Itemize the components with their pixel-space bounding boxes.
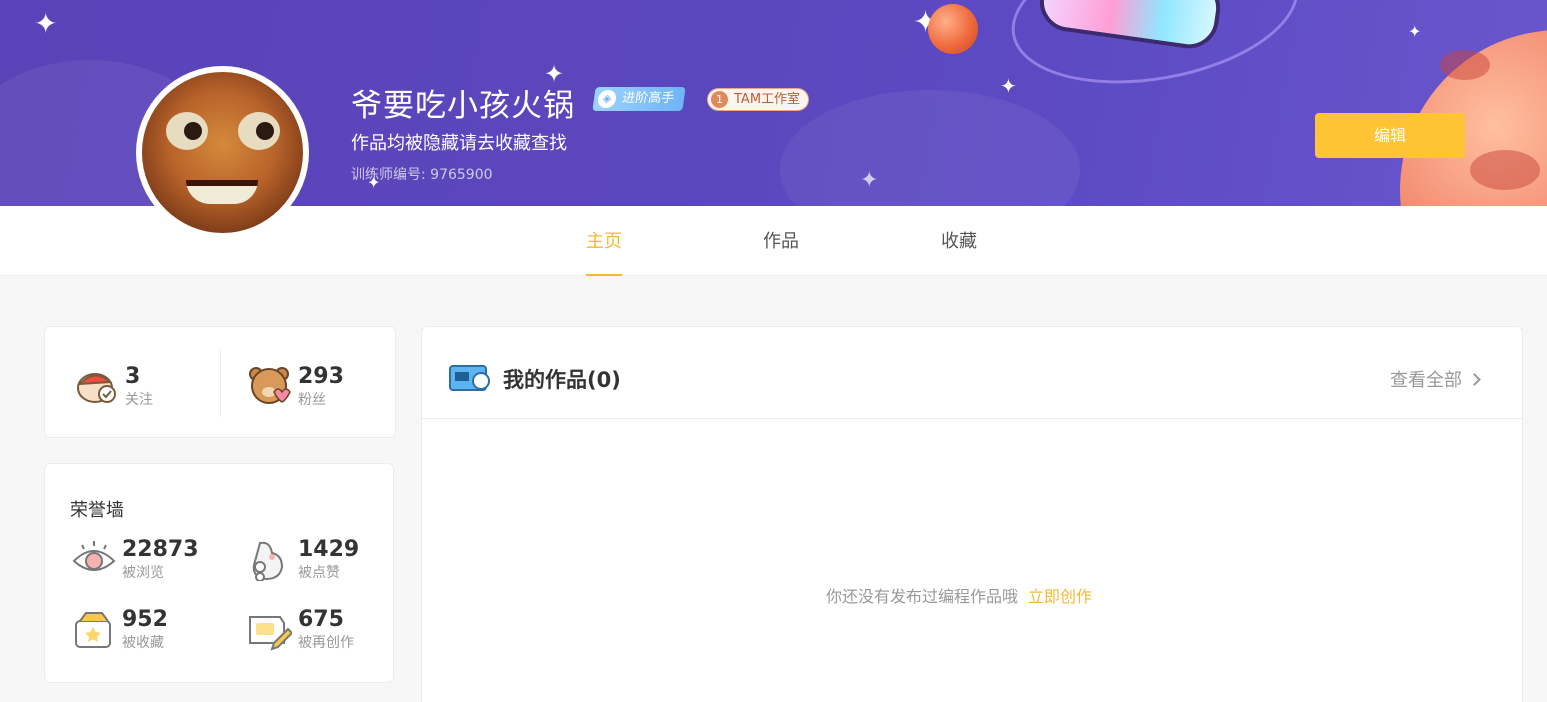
views-label: 被浏览 (122, 565, 164, 581)
studio-badge[interactable]: 1 TAM工作室 (707, 88, 810, 111)
view-all-link[interactable]: 查看全部 (1390, 366, 1481, 392)
studio-badge-number: 1 (711, 91, 728, 108)
star-box-icon (75, 612, 111, 648)
tab-works[interactable]: 作品 (763, 206, 799, 276)
chevron-right-icon (1468, 373, 1481, 386)
studio-badge-label: TAM工作室 (734, 92, 801, 107)
paw-like-icon (252, 541, 284, 581)
favorites-count: 952 (122, 607, 168, 632)
avatar-image (142, 72, 303, 233)
tab-favorites[interactable]: 收藏 (941, 206, 977, 276)
user-bio: 作品均被隐藏请去收藏查找 (351, 133, 567, 154)
works-folder-icon (449, 365, 490, 391)
works-panel: 我的作品(0) 查看全部 你还没有发布过编程作品哦 立即创作 (421, 326, 1523, 702)
divider (220, 349, 221, 417)
empty-state: 你还没有发布过编程作品哦 立即创作 (826, 583, 1092, 607)
remix-label: 被再创作 (298, 635, 354, 651)
eye-icon (72, 541, 116, 571)
banner-haze (780, 90, 1080, 206)
favorites-label: 被收藏 (122, 635, 164, 651)
likes-count: 1429 (298, 537, 360, 562)
sparkle-icon: ✦ (1000, 74, 1017, 98)
honor-wall-title: 荣誉墙 (70, 500, 124, 521)
honor-wall-card: 荣誉墙 22873 被浏览 1429 被点赞 952 被收藏 675 被再创作 (44, 463, 394, 683)
sparkle-icon: ✦ (34, 7, 58, 40)
sparkle-icon: ✦ (860, 168, 879, 193)
empty-state-text: 你还没有发布过编程作品哦 (826, 587, 1019, 606)
likes-label: 被点赞 (298, 565, 340, 581)
works-header: 我的作品(0) 查看全部 (422, 327, 1522, 419)
remix-count: 675 (298, 607, 344, 632)
edit-profile-button[interactable]: 编辑 (1315, 113, 1465, 158)
planet-illustration (928, 4, 978, 54)
trainer-id: 训练师编号: 9765900 (351, 167, 493, 183)
pencil-card-icon (249, 616, 292, 651)
level-badge: ◈ 进阶高手 (592, 87, 686, 111)
follow-label: 关注 (125, 392, 153, 408)
follow-bird-icon (77, 373, 116, 403)
user-name: 爷要吃小孩火锅 (351, 88, 575, 124)
shield-icon: ◈ (596, 90, 618, 108)
sparkle-icon: ✦ (1408, 22, 1422, 41)
works-title: 我的作品(0) (503, 368, 621, 392)
level-badge-label: 进阶高手 (621, 91, 676, 106)
fans-label: 粉丝 (298, 392, 326, 408)
views-count: 22873 (122, 537, 199, 562)
tab-home[interactable]: 主页 (586, 206, 622, 276)
fans-count: 293 (298, 364, 344, 389)
follow-count: 3 (125, 364, 141, 389)
avatar[interactable] (136, 66, 309, 239)
create-now-link[interactable]: 立即创作 (1028, 587, 1092, 606)
view-all-label: 查看全部 (1390, 370, 1462, 391)
social-stats-card: 3 关注 293 粉丝 (44, 326, 396, 438)
bear-heart-icon (249, 367, 291, 404)
